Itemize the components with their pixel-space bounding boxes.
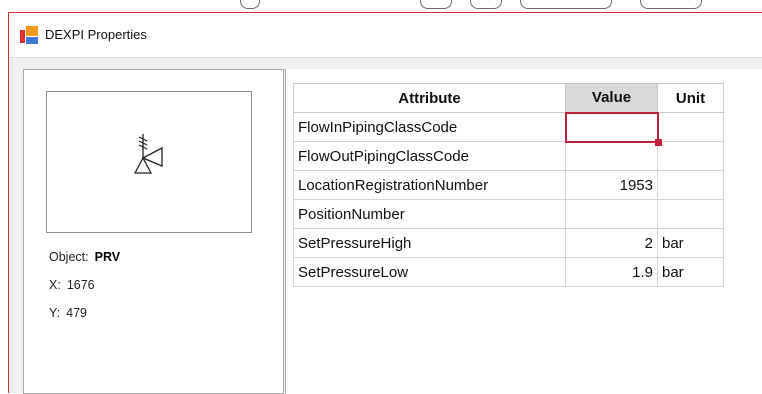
value-cell[interactable] xyxy=(565,199,658,229)
object-info-panel: Object: PRV X: 1676 Y: 479 xyxy=(23,69,284,394)
dialog-titlebar[interactable]: DEXPI Properties xyxy=(9,13,762,58)
object-preview xyxy=(46,91,252,233)
object-label: Object: xyxy=(49,250,89,264)
attribute-cell[interactable]: FlowInPipingClassCode xyxy=(293,112,566,142)
table-row[interactable]: FlowOutPipingClassCode xyxy=(293,141,724,171)
object-name-row: Object: PRV xyxy=(49,250,120,264)
table-row[interactable]: LocationRegistrationNumber 1953 xyxy=(293,170,724,200)
dexpi-properties-dialog: DEXPI Properties Object: PRV X: 1676 Y: 479 xyxy=(8,12,762,394)
background-shape xyxy=(640,0,702,9)
column-header-value[interactable]: Value xyxy=(565,83,658,113)
table-row[interactable]: SetPressureHigh 2 bar xyxy=(293,228,724,258)
unit-cell[interactable] xyxy=(657,170,724,200)
unit-cell[interactable] xyxy=(657,112,724,142)
unit-cell[interactable] xyxy=(657,199,724,229)
value-cell[interactable]: 1953 xyxy=(565,170,658,200)
object-value: PRV xyxy=(94,250,121,264)
value-cell[interactable] xyxy=(565,141,658,171)
background-shape xyxy=(420,0,452,9)
properties-table: Attribute Value Unit FlowInPipingClassCo… xyxy=(293,83,724,287)
x-coordinate-row: X: 1676 xyxy=(49,278,95,292)
y-label: Y: xyxy=(49,306,61,320)
table-header-row: Attribute Value Unit xyxy=(293,83,724,113)
table-row[interactable]: PositionNumber xyxy=(293,199,724,229)
dialog-title: DEXPI Properties xyxy=(45,27,147,42)
x-label: X: xyxy=(49,278,61,292)
table-row[interactable]: FlowInPipingClassCode xyxy=(293,111,724,146)
value-cell[interactable]: 2 xyxy=(565,228,658,258)
dexpi-app-icon xyxy=(20,26,38,44)
unit-cell[interactable] xyxy=(657,141,724,171)
pressure-relief-valve-symbol-icon xyxy=(134,134,163,174)
attribute-cell[interactable]: FlowOutPipingClassCode xyxy=(293,141,566,171)
column-header-attribute[interactable]: Attribute xyxy=(293,83,566,113)
attribute-cell[interactable]: LocationRegistrationNumber xyxy=(293,170,566,200)
attribute-cell[interactable]: PositionNumber xyxy=(293,199,566,229)
x-value: 1676 xyxy=(66,278,95,292)
background-shape xyxy=(520,0,612,9)
value-cell[interactable]: 1.9 xyxy=(565,257,658,287)
value-cell-active[interactable] xyxy=(564,111,662,146)
y-coordinate-row: Y: 479 xyxy=(49,306,87,320)
cell-fill-handle[interactable] xyxy=(654,138,662,146)
unit-cell[interactable]: bar xyxy=(657,228,724,258)
background-shape xyxy=(240,0,260,9)
background-shape xyxy=(470,0,502,9)
attribute-cell[interactable]: SetPressureHigh xyxy=(293,228,566,258)
table-row[interactable]: SetPressureLow 1.9 bar xyxy=(293,257,724,287)
y-value: 479 xyxy=(66,306,87,320)
attribute-cell[interactable]: SetPressureLow xyxy=(293,257,566,287)
properties-grid-area[interactable]: Attribute Value Unit FlowInPipingClassCo… xyxy=(285,69,762,394)
column-header-unit[interactable]: Unit xyxy=(657,83,724,113)
unit-cell[interactable]: bar xyxy=(657,257,724,287)
